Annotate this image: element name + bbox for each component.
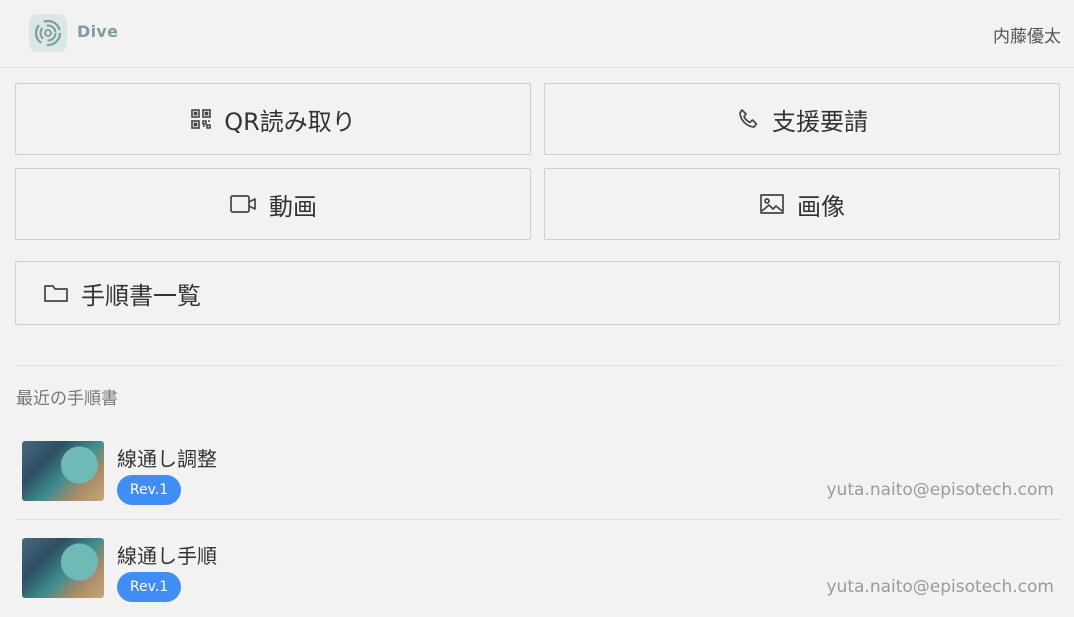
support-request-button[interactable]: 支援要請 (544, 83, 1060, 155)
app-header: Dive 内藤優太 (0, 0, 1074, 68)
support-request-label: 支援要請 (772, 107, 868, 136)
procedure-author: yuta.naito@episotech.com (826, 577, 1055, 597)
phone-icon (736, 107, 760, 131)
section-divider (15, 365, 1060, 366)
user-name[interactable]: 内藤優太 (993, 22, 1061, 47)
qr-scan-button[interactable]: QR読み取り (15, 83, 531, 155)
revision-badge: Rev.1 (117, 572, 181, 602)
list-item[interactable]: 線通し調整 Rev.1 yuta.naito@episotech.com (15, 424, 1060, 520)
procedure-list-button[interactable]: 手順書一覧 (15, 261, 1060, 325)
procedure-list-label: 手順書一覧 (81, 281, 201, 310)
video-label: 動画 (269, 192, 317, 221)
image-button[interactable]: 画像 (544, 168, 1060, 240)
procedure-thumbnail (22, 538, 104, 598)
revision-badge: Rev.1 (117, 475, 181, 505)
procedure-author: yuta.naito@episotech.com (826, 480, 1055, 500)
recent-procedures-title: 最近の手順書 (16, 389, 118, 409)
image-label: 画像 (797, 192, 845, 221)
list-item[interactable]: 線通し手順 Rev.1 yuta.naito@episotech.com (15, 521, 1060, 617)
swirl-logo-icon[interactable] (29, 14, 67, 52)
video-button[interactable]: 動画 (15, 168, 531, 240)
qr-code-icon (190, 108, 212, 130)
image-icon (759, 193, 785, 215)
procedure-thumbnail (22, 441, 104, 501)
procedure-title: 線通し調整 (117, 447, 217, 471)
qr-scan-label: QR読み取り (224, 107, 356, 136)
procedure-title: 線通し手順 (117, 544, 217, 568)
app-name: Dive (77, 22, 119, 41)
folder-icon (43, 282, 69, 304)
video-camera-icon (229, 193, 257, 215)
